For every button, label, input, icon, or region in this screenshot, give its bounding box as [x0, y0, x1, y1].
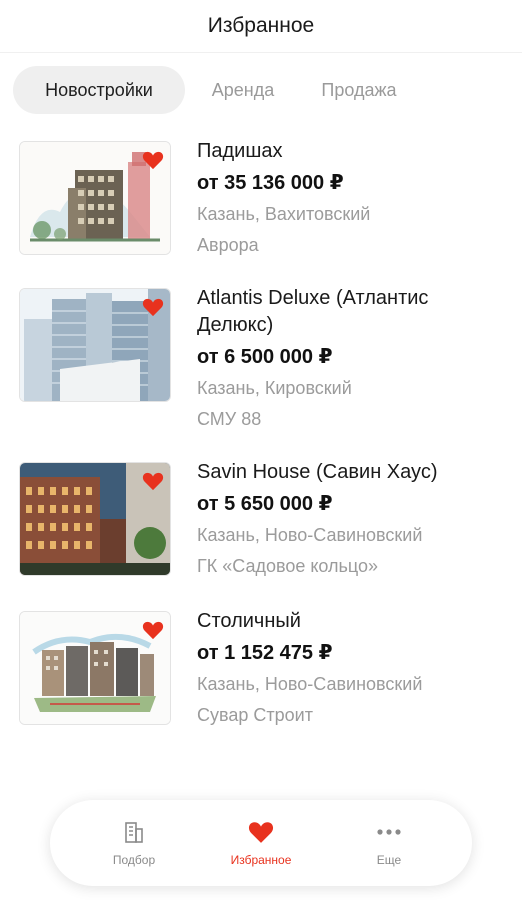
list-item[interactable]: Atlantis Deluxe (Атлантис Делюкс) от 6 5… [0, 285, 522, 429]
list-item[interactable]: Savin House (Савин Хаус) от 5 650 000 ₽ … [0, 459, 522, 599]
item-developer: ГК «Садовое кольцо» [197, 556, 379, 576]
nav-label: Избранное [230, 853, 292, 867]
tab-rent[interactable]: Аренда [185, 66, 301, 114]
category-tabs: Новостройки Аренда Продажа [13, 66, 417, 114]
building-image [19, 288, 171, 402]
favorite-heart-icon[interactable] [142, 150, 164, 170]
nav-item-search[interactable]: Подбор [74, 818, 194, 874]
bottom-navigation: Подбор Избранное Еще [50, 800, 472, 886]
building-icon [120, 818, 148, 846]
favorite-heart-icon[interactable] [142, 471, 164, 491]
item-name: Savin House (Савин Хаус) [197, 461, 438, 483]
item-price: от 1 152 475 ₽ [197, 642, 333, 664]
nav-label: Подбор [112, 853, 156, 867]
nav-item-more[interactable]: Еще [329, 818, 449, 874]
more-dots-icon [375, 818, 403, 846]
tab-sale[interactable]: Продажа [301, 66, 417, 114]
item-location: Казань, Кировский [197, 378, 352, 398]
item-name: Падишах [197, 140, 283, 162]
item-price: от 35 136 000 ₽ [197, 172, 344, 194]
item-location: Казань, Ново-Савиновский [197, 674, 423, 694]
building-image [19, 462, 171, 576]
item-location: Казань, Ново-Савиновский [197, 525, 423, 545]
favorite-heart-icon[interactable] [142, 297, 164, 317]
favorite-heart-icon[interactable] [142, 620, 164, 640]
nav-item-favorites[interactable]: Избранное [201, 818, 321, 874]
building-image [19, 611, 171, 725]
list-item[interactable]: Столичный от 1 152 475 ₽ Казань, Ново-Са… [0, 608, 522, 748]
item-name: Столичный [197, 610, 301, 632]
heart-icon [247, 818, 275, 846]
item-price: от 5 650 000 ₽ [197, 493, 333, 515]
item-price: от 6 500 000 ₽ [197, 346, 333, 368]
building-image [19, 141, 171, 255]
item-location: Казань, Вахитовский [197, 204, 371, 224]
item-developer: Сувар Строит [197, 705, 313, 725]
tab-new-buildings[interactable]: Новостройки [13, 66, 185, 114]
header: Избранное [0, 0, 522, 53]
item-developer: Аврора [197, 235, 259, 255]
item-developer: СМУ 88 [197, 409, 262, 429]
list-item[interactable]: Падишах от 35 136 000 ₽ Казань, Вахитовс… [0, 138, 522, 278]
item-name: Atlantis Deluxe (Атлантис Делюкс) [197, 287, 429, 336]
page-title: Избранное [207, 14, 315, 37]
nav-label: Еще [376, 853, 402, 867]
